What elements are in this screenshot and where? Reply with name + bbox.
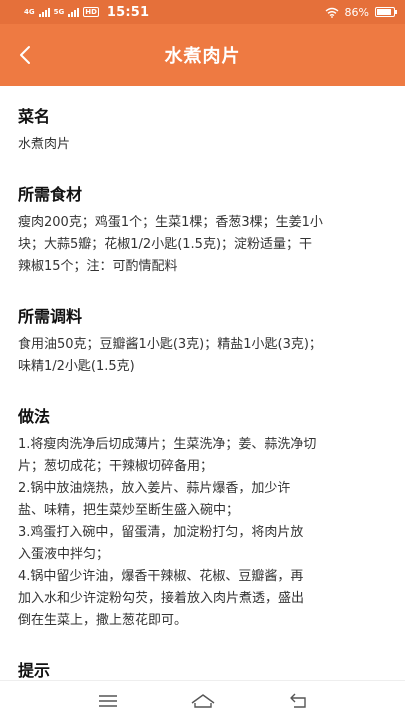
section-method: 做法 1.将瘦肉洗净后切成薄片；生菜洗净；姜、蒜洗净切 片；葱切成花；干辣椒切碎… [18, 406, 387, 632]
status-bar: 4G 5G HD 15:51 86% [0, 0, 405, 24]
section-tips: 提示 [18, 660, 387, 680]
status-left: 4G 5G HD 15:51 [24, 5, 149, 20]
page-title: 水煮肉片 [164, 46, 241, 67]
text-line: 辣椒15个；注：可酌情配料 [18, 259, 178, 274]
home-icon [191, 693, 214, 708]
back-icon [289, 693, 306, 708]
recipe-content[interactable]: 菜名 水煮肉片 所需食材 瘦肉200克；鸡蛋1个；生菜1棵；香葱3棵；生姜1小 … [0, 86, 405, 680]
section-dish-name: 菜名 水煮肉片 [18, 106, 387, 156]
text-line: 块；大蒜5瓣；花椒1/2小匙(1.5克)；淀粉适量；干 [18, 237, 313, 252]
network-type-label-2: 5G [53, 7, 65, 16]
back-arrow-icon [20, 46, 30, 64]
text-line: 2.锅中放油烧热，放入姜片、蒜片爆香，加少许 [18, 481, 291, 496]
battery-icon [375, 7, 397, 17]
text-line: 盐、味精，把生菜炒至断生盛入碗中； [18, 503, 240, 518]
text-line: 瘦肉200克；鸡蛋1个；生菜1棵；香葱3棵；生姜1小 [18, 215, 323, 230]
text-line: 3.鸡蛋打入碗中，留蛋清，加淀粉打匀，将肉片放 [18, 525, 304, 540]
text-line: 加入水和少许淀粉勾芡，接着放入肉片煮透，盛出 [18, 591, 305, 606]
text-line: 水煮肉片 [18, 137, 71, 152]
system-nav-bar [0, 680, 405, 720]
wifi-icon [325, 7, 338, 18]
app-header: 水煮肉片 [0, 24, 405, 86]
network-tags: 4G [24, 7, 35, 16]
nav-back-button[interactable] [278, 686, 318, 716]
status-time: 15:51 [106, 4, 150, 20]
signal-icon-2 [68, 7, 80, 17]
recent-apps-button[interactable] [88, 686, 128, 716]
section-title: 所需调料 [18, 307, 83, 326]
section-seasonings: 所需调料 食用油50克；豆瓣酱1小匙(3克)；精盐1小匙(3克)； 味精1/2小… [18, 306, 387, 378]
battery-percent: 86% [344, 5, 369, 19]
section-title: 做法 [18, 407, 51, 426]
section-title: 所需食材 [18, 185, 83, 204]
text-line: 味精1/2小匙(1.5克) [18, 359, 135, 374]
text-line: 入蛋液中拌匀； [18, 547, 110, 562]
network-type-label: 4G [24, 7, 35, 16]
text-line: 倒在生菜上，撒上葱花即可。 [18, 613, 188, 628]
text-line: 1.将瘦肉洗净后切成薄片；生菜洗净；姜、蒜洗净切 [18, 437, 317, 452]
section-title: 菜名 [18, 107, 51, 126]
section-body: 1.将瘦肉洗净后切成薄片；生菜洗净；姜、蒜洗净切 片；葱切成花；干辣椒切碎备用；… [18, 434, 387, 632]
text-line: 片；葱切成花；干辣椒切碎备用； [18, 459, 214, 474]
menu-icon [98, 694, 117, 707]
status-right: 86% [325, 5, 397, 19]
home-button[interactable] [183, 686, 223, 716]
section-ingredients: 所需食材 瘦肉200克；鸡蛋1个；生菜1棵；香葱3棵；生姜1小 块；大蒜5瓣；花… [18, 184, 387, 278]
section-title: 提示 [18, 661, 51, 680]
text-line: 4.锅中留少许油，爆香干辣椒、花椒、豆瓣酱，再 [18, 569, 304, 584]
section-body: 食用油50克；豆瓣酱1小匙(3克)；精盐1小匙(3克)； 味精1/2小匙(1.5… [18, 334, 387, 378]
section-body: 水煮肉片 [18, 134, 387, 156]
hd-badge: HD [83, 7, 99, 17]
back-button[interactable] [10, 40, 40, 70]
section-body: 瘦肉200克；鸡蛋1个；生菜1棵；香葱3棵；生姜1小 块；大蒜5瓣；花椒1/2小… [18, 212, 387, 278]
text-line: 食用油50克；豆瓣酱1小匙(3克)；精盐1小匙(3克)； [18, 337, 322, 352]
signal-icon [38, 7, 50, 17]
